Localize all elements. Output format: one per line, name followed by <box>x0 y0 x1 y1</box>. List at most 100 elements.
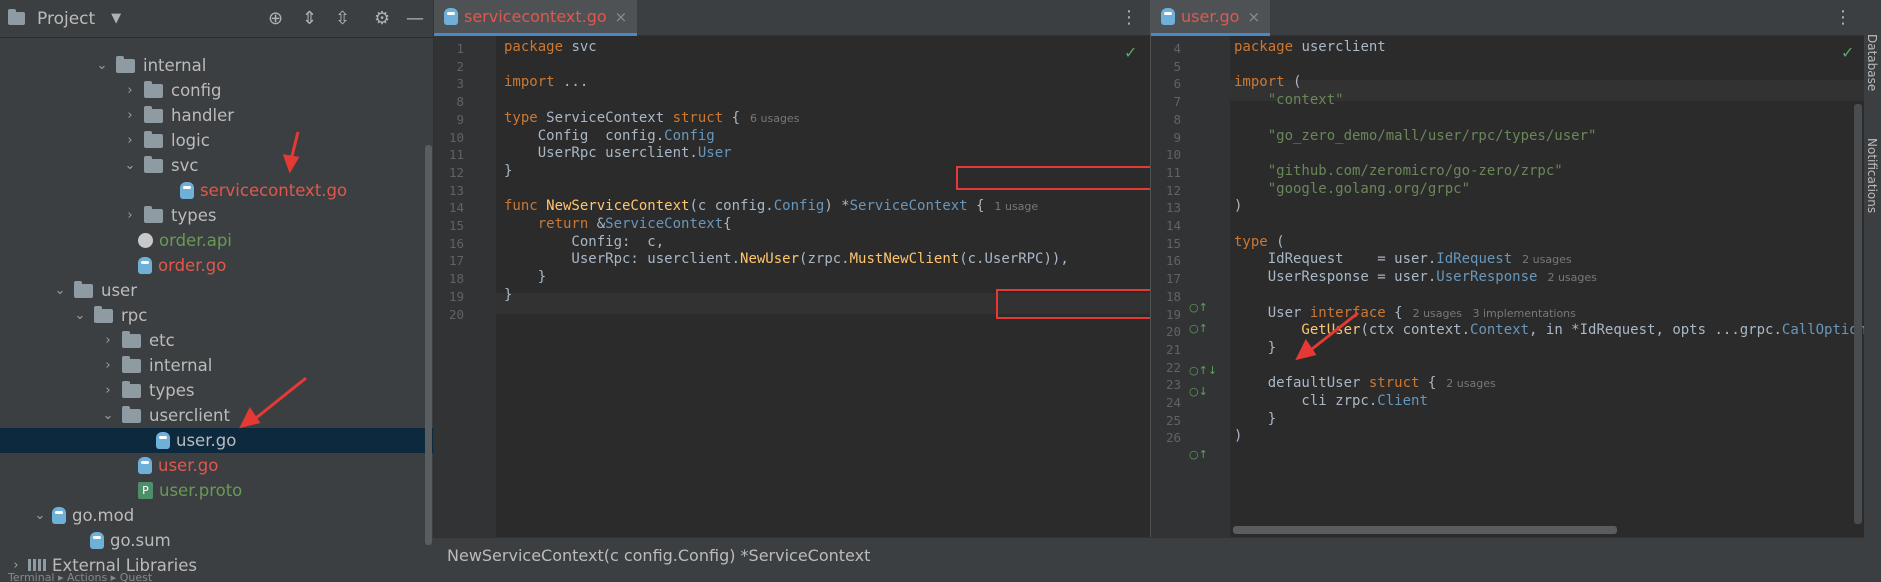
horizontal-scrollbar[interactable] <box>1233 526 1617 534</box>
project-panel: Project ▼ ⊕ ⇕ ⇳ ⚙ — ⌄ internal › config › han… <box>0 0 433 582</box>
code-line[interactable]: UserResponse = user.UserResponse 2 usages <box>1234 269 1597 285</box>
chevron-right-icon[interactable]: › <box>122 133 138 148</box>
code-line[interactable]: import ... <box>504 74 588 90</box>
chevron-down-icon[interactable]: ⌄ <box>72 308 88 323</box>
close-icon[interactable]: × <box>615 8 628 26</box>
tree-item-go-sum[interactable]: go.sum <box>0 528 433 553</box>
code-line[interactable]: } <box>504 287 512 303</box>
code-token: ServiceContext <box>605 216 724 232</box>
chevron-right-icon[interactable]: › <box>122 208 138 223</box>
tab-user-go[interactable]: user.go × <box>1151 0 1271 36</box>
chevron-down-icon[interactable]: ⌄ <box>52 283 68 298</box>
collapse-all-icon[interactable]: ⇳ <box>335 8 350 29</box>
code-line[interactable]: ) <box>1234 198 1242 214</box>
code-line[interactable]: "go_zero_demo/mall/user/rpc/types/user" <box>1234 128 1597 144</box>
code-line[interactable]: User interface {2 usages 3 implementatio… <box>1234 305 1576 321</box>
chevron-down-icon[interactable]: ⌄ <box>100 408 116 423</box>
code-line[interactable]: ) <box>1234 428 1242 444</box>
expand-all-icon[interactable]: ⇕ <box>302 8 317 29</box>
tree-item-go-mod[interactable]: ⌄ go.mod <box>0 503 433 528</box>
code-line[interactable]: Config config.Config <box>504 128 715 144</box>
close-icon[interactable]: × <box>1247 8 1260 26</box>
tree-item-user-go[interactable]: user.go <box>0 428 433 453</box>
tree-item-logic[interactable]: › logic <box>0 128 433 153</box>
usage-hint: 2 usages 3 implementations <box>1412 306 1576 320</box>
locate-icon[interactable]: ⊕ <box>268 8 283 29</box>
tree-item-types[interactable]: › types <box>0 203 433 228</box>
vertical-scrollbar[interactable] <box>1854 104 1862 524</box>
notifications-tool-tab[interactable]: Notifications <box>1865 138 1879 213</box>
chevron-right-icon[interactable]: › <box>122 83 138 98</box>
code-line[interactable]: "github.com/zeromicro/go-zero/zrpc" <box>1234 163 1563 179</box>
code-line[interactable]: func NewServiceContext(c config.Config) … <box>504 198 1038 214</box>
code-token: ... <box>554 74 589 91</box>
line-number: 19 <box>448 288 464 304</box>
tree-item-user-go[interactable]: user.go <box>0 453 433 478</box>
code-line[interactable]: cli zrpc.Client <box>1234 393 1427 409</box>
code-line[interactable]: import ( <box>1234 74 1301 90</box>
check-icon: ✓ <box>1124 43 1138 62</box>
line-number: 9 <box>1173 129 1181 145</box>
code-line[interactable]: } <box>504 163 512 179</box>
chevron-down-icon[interactable]: ⌄ <box>94 58 110 73</box>
tree-item-order-api[interactable]: order.api <box>0 228 433 253</box>
tree-item-order-go[interactable]: order.go <box>0 253 433 278</box>
code-line[interactable]: defaultUser struct {2 usages <box>1234 375 1496 391</box>
code-line[interactable]: } <box>1234 340 1276 356</box>
code-line[interactable]: GetUser(ctx context.Context, in *IdReque… <box>1234 322 1881 338</box>
more-options-icon[interactable]: ⋮ <box>1834 7 1852 28</box>
chevron-right-icon[interactable]: › <box>100 333 116 348</box>
implementation-gutter-icon[interactable]: ○↓ <box>1189 385 1208 398</box>
code-line[interactable]: } <box>504 269 546 285</box>
project-panel-title[interactable]: Project <box>37 9 95 29</box>
database-tool-tab[interactable]: Database <box>1865 34 1879 91</box>
folder-icon <box>122 355 141 373</box>
tree-item-internal[interactable]: ⌄ internal <box>0 53 433 78</box>
tree-item-rpc[interactable]: ⌄ rpc <box>0 303 433 328</box>
chevron-down-icon[interactable]: ▼ <box>111 11 121 26</box>
tree-item-etc[interactable]: › etc <box>0 328 433 353</box>
tab-servicecontext[interactable]: servicecontext.go × <box>434 0 638 36</box>
chevron-down-icon[interactable]: ⌄ <box>32 508 48 523</box>
chevron-right-icon[interactable]: › <box>100 383 116 398</box>
tree-item-user-proto[interactable]: Puser.proto <box>0 478 433 503</box>
code-line[interactable]: type ServiceContext struct {6 usages <box>504 110 799 126</box>
tree-item-handler[interactable]: › handler <box>0 103 433 128</box>
code-line[interactable]: UserRpc userclient.User <box>504 145 732 161</box>
code-line[interactable]: package userclient <box>1234 39 1386 55</box>
line-number: 13 <box>448 182 464 198</box>
minimize-icon[interactable]: — <box>406 8 424 29</box>
chevron-right-icon[interactable]: › <box>122 108 138 123</box>
code-line[interactable]: Config: c, <box>504 234 664 250</box>
code-line[interactable]: return &ServiceContext{ <box>504 216 732 232</box>
breadcrumb-bar: NewServiceContext(c config.Config) *Serv… <box>433 537 1864 571</box>
more-options-icon[interactable]: ⋮ <box>1120 7 1138 28</box>
tree-item-user[interactable]: ⌄ user <box>0 278 433 303</box>
code-line[interactable]: "context" <box>1234 92 1344 108</box>
code-line[interactable]: } <box>1234 411 1276 427</box>
bottom-tools[interactable]: Terminal ▸ Actions ▸ Quest <box>8 571 152 582</box>
tree-item-servicecontext-go[interactable]: servicecontext.go <box>0 178 433 203</box>
code-token: } <box>504 269 547 286</box>
code-line[interactable]: type ( <box>1234 234 1285 250</box>
tree-item-userclient[interactable]: ⌄ userclient <box>0 403 433 428</box>
code-token: } <box>504 286 513 303</box>
code-line[interactable]: IdRequest = user.IdRequest 2 usages <box>1234 251 1572 267</box>
gear-icon[interactable]: ⚙ <box>374 8 390 29</box>
implementation-gutter-icon[interactable]: ○↑↓ <box>1189 364 1217 377</box>
breadcrumb[interactable]: NewServiceContext(c config.Config) *Serv… <box>447 546 870 565</box>
code-line[interactable]: UserRpc: userclient.NewUser(zrpc.MustNew… <box>504 251 1068 267</box>
chevron-right-icon[interactable]: › <box>100 358 116 373</box>
code-line[interactable]: "google.golang.org/grpc" <box>1234 181 1470 197</box>
project-scrollbar[interactable] <box>425 145 432 545</box>
implementation-gutter-icon[interactable]: ○↑ <box>1189 448 1208 461</box>
chevron-down-icon[interactable]: ⌄ <box>122 158 138 173</box>
implementation-gutter-icon[interactable]: ○↑ <box>1189 301 1208 314</box>
code-token: cli zrpc. <box>1234 393 1378 409</box>
tree-item-svc[interactable]: ⌄ svc <box>0 153 433 178</box>
tree-item-internal[interactable]: › internal <box>0 353 433 378</box>
tree-item-config[interactable]: › config <box>0 78 433 103</box>
tree-item-types[interactable]: › types <box>0 378 433 403</box>
implementation-gutter-icon[interactable]: ○↑ <box>1189 322 1208 335</box>
code-line[interactable]: package svc <box>504 39 597 55</box>
